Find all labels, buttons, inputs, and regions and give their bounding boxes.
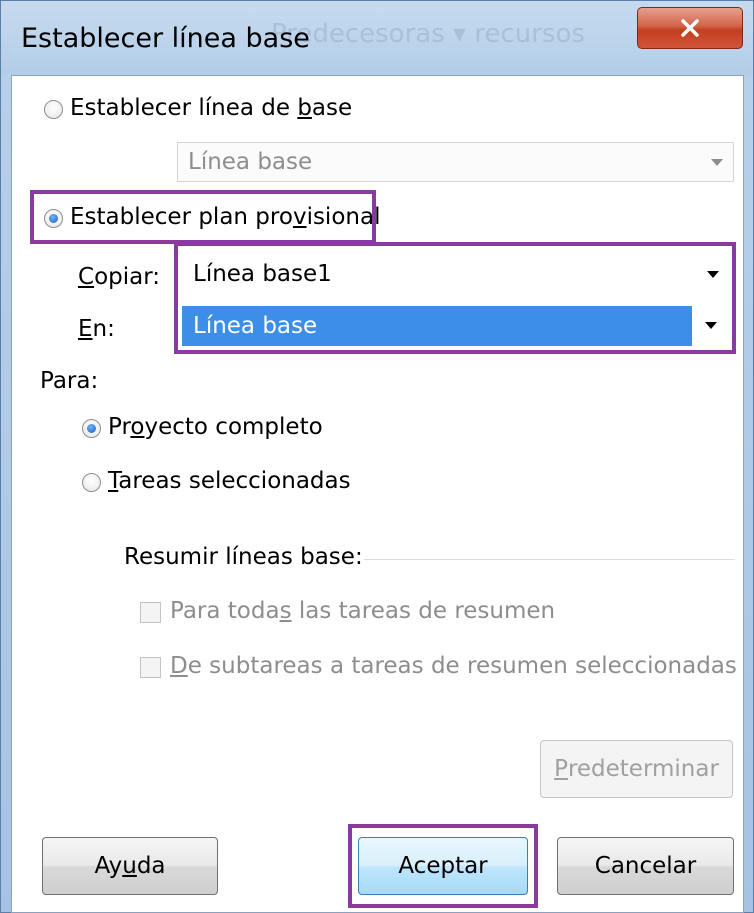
chevron-down-icon <box>705 322 717 329</box>
set-baseline-radio[interactable] <box>44 100 63 119</box>
dialog-client-area: Establecer línea de base Línea base Esta… <box>11 75 744 913</box>
rollup-group-divider <box>364 559 734 560</box>
background-ghost-text: Predecesoras ▾ recursos <box>271 19 585 49</box>
selected-tasks-radio[interactable] <box>82 473 101 492</box>
chevron-down-icon <box>707 271 719 278</box>
into-select[interactable]: Línea base <box>182 306 692 346</box>
copy-label: Copiar: <box>78 264 161 290</box>
copy-select[interactable]: Línea base1 <box>182 254 730 294</box>
dialog-title: Establecer línea base <box>21 23 310 54</box>
ok-button[interactable]: Aceptar <box>358 837 528 895</box>
from-subtasks-label: De subtareas a tareas de resumen selecci… <box>170 653 737 679</box>
entire-project-radio[interactable] <box>82 419 101 438</box>
copy-select-value: Línea base1 <box>193 261 332 287</box>
scope-label: Para: <box>40 368 99 394</box>
set-interim-plan-radio[interactable] <box>44 209 63 228</box>
close-icon <box>681 19 699 37</box>
set-as-default-button[interactable]: Predeterminar <box>540 740 733 798</box>
title-bar[interactable]: Predecesoras ▾ recursos Establecer línea… <box>1 1 753 75</box>
set-interim-plan-label[interactable]: Establecer plan provisional <box>70 204 380 230</box>
into-select-arrow-button[interactable] <box>692 306 730 346</box>
chevron-down-icon <box>711 159 723 166</box>
cancel-button[interactable]: Cancelar <box>557 837 734 895</box>
set-baseline-label[interactable]: Establecer línea de base <box>70 95 352 121</box>
from-subtasks-checkbox[interactable] <box>140 657 161 678</box>
into-label: En: <box>78 316 115 342</box>
into-select-value: Línea base <box>193 313 318 339</box>
all-summary-label: Para todas las tareas de resumen <box>170 598 556 624</box>
rollup-label: Resumir líneas base: <box>124 544 363 570</box>
baseline-select-value: Línea base <box>188 149 313 175</box>
baseline-select[interactable]: Línea base <box>177 142 734 182</box>
close-button[interactable] <box>637 7 743 49</box>
help-button[interactable]: Ay u da <box>42 837 218 895</box>
entire-project-label[interactable]: Proyecto completo <box>108 414 323 440</box>
selected-tasks-label[interactable]: Tareas seleccionadas <box>108 468 351 494</box>
dialog-window: Predecesoras ▾ recursos Establecer línea… <box>0 0 754 913</box>
all-summary-checkbox[interactable] <box>140 602 161 623</box>
